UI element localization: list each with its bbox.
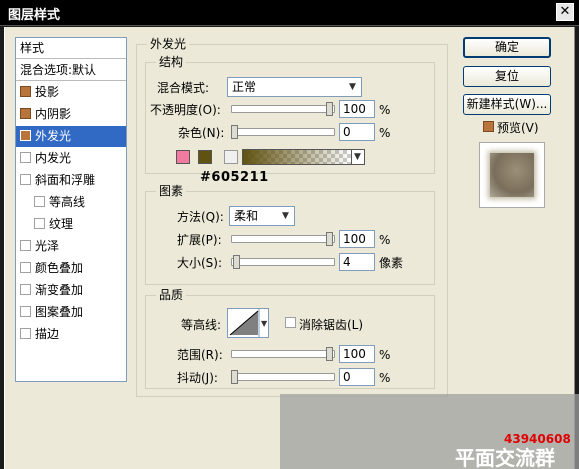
list-item-texture[interactable]: 纹理 [16, 214, 126, 235]
texture-checkbox[interactable] [34, 218, 45, 229]
ok-button[interactable]: 确定 [463, 37, 551, 58]
window-title: 图层样式 [8, 8, 61, 23]
outer-glow-title: 外发光 [147, 37, 190, 51]
list-item-styles[interactable]: 样式 [16, 38, 126, 59]
styles-list: 样式 混合选项:默认 投影 内阴影 外发光 内发光 斜面和浮雕 等高线 纹理 光… [15, 37, 127, 382]
noise-input[interactable]: 0 [339, 123, 375, 141]
spread-input[interactable]: 100 [339, 230, 375, 248]
satin-checkbox[interactable] [20, 240, 31, 251]
jitter-label: 抖动(J): [177, 371, 218, 385]
contour-picker[interactable]: ▼ [227, 308, 269, 338]
preview-swatch [490, 153, 534, 197]
range-slider[interactable] [231, 347, 335, 361]
list-item-satin[interactable]: 光泽 [16, 236, 126, 257]
stroke-checkbox[interactable] [20, 328, 31, 339]
gradient-dropdown-button[interactable]: ▼ [351, 149, 365, 165]
watermark-text: 平面交流群 [455, 446, 555, 469]
technique-select[interactable]: 柔和 ▼ [229, 206, 295, 226]
preview-label: 预览(V) [497, 121, 539, 135]
reset-button[interactable]: 复位 [463, 66, 551, 87]
range-unit: % [379, 348, 391, 362]
color-overlay-checkbox[interactable] [20, 262, 31, 273]
list-item-blending-options[interactable]: 混合选项:默认 [16, 60, 126, 81]
inner-shadow-checkbox[interactable] [20, 108, 31, 119]
quality-title: 品质 [156, 288, 187, 302]
contour-curve-icon: ▼ [229, 309, 268, 337]
size-slider[interactable] [231, 255, 335, 269]
opacity-slider-handle[interactable] [326, 102, 333, 116]
glow-color-swatch[interactable] [198, 150, 212, 164]
opacity-slider[interactable] [231, 102, 335, 116]
spread-unit: % [379, 233, 391, 247]
noise-unit: % [379, 126, 391, 140]
chevron-down-icon: ▼ [282, 211, 289, 221]
chevron-down-icon: ▼ [354, 152, 361, 162]
noise-slider[interactable] [231, 125, 335, 139]
technique-label: 方法(Q): [177, 210, 224, 224]
blend-mode-select[interactable]: 正常 ▼ [227, 77, 362, 97]
gradient-radio[interactable] [224, 150, 238, 164]
gradient-picker[interactable] [242, 149, 352, 165]
noise-label: 杂色(N): [178, 126, 225, 140]
list-item-pattern-overlay[interactable]: 图案叠加 [16, 302, 126, 323]
blend-mode-label: 混合模式: [157, 81, 210, 95]
size-slider-handle[interactable] [233, 255, 240, 269]
structure-title: 结构 [156, 55, 187, 69]
antialias-label: 消除锯齿(L) [299, 318, 364, 332]
drop-shadow-checkbox[interactable] [20, 86, 31, 97]
opacity-input[interactable]: 100 [339, 100, 375, 118]
list-item-color-overlay[interactable]: 颜色叠加 [16, 258, 126, 279]
size-input[interactable]: 4 [339, 253, 375, 271]
pattern-overlay-checkbox[interactable] [20, 306, 31, 317]
close-icon[interactable]: ✕ [556, 3, 574, 21]
color-hex-annotation: #605211 [200, 170, 269, 185]
size-label: 大小(S): [177, 256, 223, 270]
noise-slider-handle[interactable] [231, 125, 238, 139]
bevel-emboss-checkbox[interactable] [20, 174, 31, 185]
chevron-down-icon: ▼ [349, 82, 356, 92]
opacity-label: 不透明度(O): [150, 103, 221, 117]
color-swatch-radio[interactable] [176, 150, 190, 164]
list-item-drop-shadow[interactable]: 投影 [16, 82, 126, 103]
list-item-gradient-overlay[interactable]: 渐变叠加 [16, 280, 126, 301]
list-item-inner-shadow[interactable]: 内阴影 [16, 104, 126, 125]
new-style-button[interactable]: 新建样式(W)... [463, 94, 551, 115]
gradient-overlay-checkbox[interactable] [20, 284, 31, 295]
list-item-contour[interactable]: 等高线 [16, 192, 126, 213]
antialias-checkbox[interactable] [285, 317, 296, 328]
spread-slider-handle[interactable] [326, 232, 333, 246]
range-label: 范围(R): [177, 348, 223, 362]
jitter-slider-handle[interactable] [231, 370, 238, 384]
svg-text:▼: ▼ [261, 319, 268, 328]
size-unit: 像素 [379, 256, 404, 270]
spread-label: 扩展(P): [177, 233, 222, 247]
list-item-outer-glow[interactable]: 外发光 [16, 126, 126, 147]
jitter-unit: % [379, 371, 391, 385]
range-input[interactable]: 100 [339, 345, 375, 363]
spread-slider[interactable] [231, 232, 335, 246]
opacity-unit: % [379, 103, 391, 117]
contour-checkbox[interactable] [34, 196, 45, 207]
outer-glow-checkbox[interactable] [20, 130, 31, 141]
elements-title: 图素 [156, 184, 187, 198]
contour-label: 等高线: [181, 318, 222, 332]
preview-checkbox[interactable] [483, 121, 494, 132]
inner-glow-checkbox[interactable] [20, 152, 31, 163]
style-preview-thumbnail [479, 142, 545, 208]
title-bar: 图层样式 ✕ [0, 0, 579, 26]
list-item-stroke[interactable]: 描边 [16, 324, 126, 345]
list-item-bevel-emboss[interactable]: 斜面和浮雕 [16, 170, 126, 191]
list-item-inner-glow[interactable]: 内发光 [16, 148, 126, 169]
jitter-input[interactable]: 0 [339, 368, 375, 386]
jitter-slider[interactable] [231, 370, 335, 384]
range-slider-handle[interactable] [326, 347, 333, 361]
